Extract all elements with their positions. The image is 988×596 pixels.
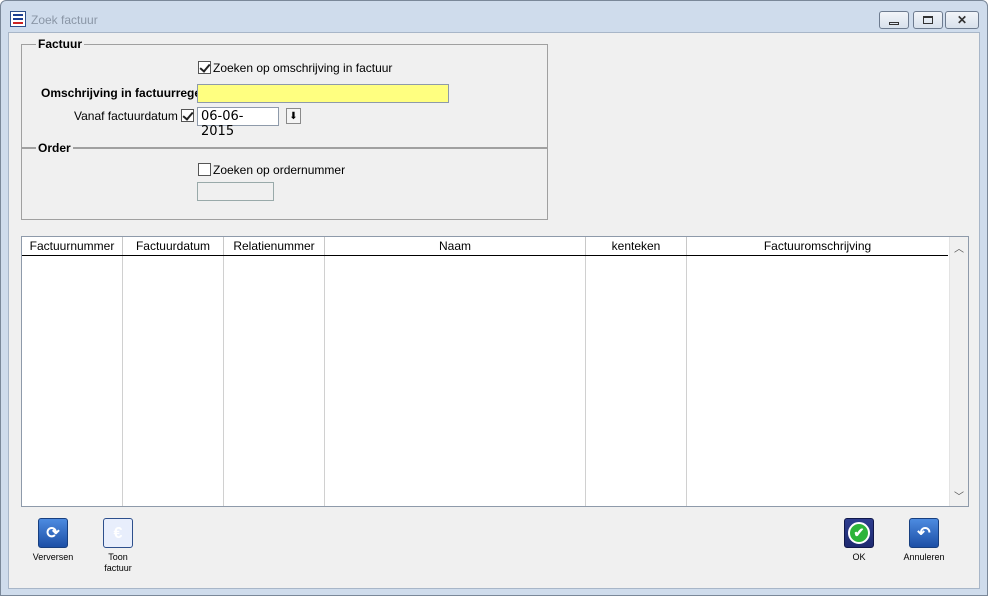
dialog-client: Factuur Zoeken op omschrijving in factuu… bbox=[8, 32, 980, 589]
check-icon: ✔ bbox=[844, 518, 874, 548]
scroll-up-icon[interactable]: ︿ bbox=[954, 240, 964, 255]
title-bar[interactable]: Zoek factuur ✕ bbox=[1, 1, 987, 33]
maximize-button[interactable] bbox=[913, 11, 943, 29]
search-description-label: Zoeken op omschrijving in factuur bbox=[213, 61, 393, 75]
annuleren-label: Annuleren bbox=[903, 552, 945, 562]
date-picker-button[interactable]: ⬇ bbox=[286, 108, 301, 124]
minimize-icon bbox=[889, 21, 899, 25]
column-area bbox=[123, 256, 224, 506]
verversen-label: Verversen bbox=[32, 552, 74, 562]
search-order-label: Zoeken op ordernummer bbox=[213, 163, 346, 177]
factuur-group: Factuur Zoeken op omschrijving in factuu… bbox=[21, 37, 548, 148]
column-area bbox=[325, 256, 586, 506]
vanaf-checkbox[interactable] bbox=[181, 109, 194, 122]
omschrijving-label: Omschrijving in factuurregel bbox=[41, 86, 205, 100]
close-button[interactable]: ✕ bbox=[945, 11, 979, 29]
undo-icon: ↶ bbox=[909, 518, 939, 548]
toon-label: Toon bbox=[108, 552, 128, 562]
omschrijving-input[interactable] bbox=[197, 84, 449, 103]
maximize-icon bbox=[923, 16, 933, 24]
col-kenteken[interactable]: kenteken bbox=[586, 237, 687, 255]
col-naam[interactable]: Naam bbox=[325, 237, 586, 255]
order-group: Order Zoeken op ordernummer bbox=[21, 141, 548, 220]
annuleren-button[interactable]: ↶ Annuleren bbox=[892, 518, 956, 563]
scroll-down-icon[interactable]: ﹀ bbox=[954, 488, 964, 503]
factuur-legend: Factuur bbox=[36, 37, 85, 51]
invoice-icon: € bbox=[103, 518, 133, 548]
vanaf-label: Vanaf factuurdatum bbox=[74, 109, 178, 123]
ok-button[interactable]: ✔ OK bbox=[827, 518, 891, 563]
column-area bbox=[22, 256, 123, 506]
order-legend: Order bbox=[36, 141, 73, 155]
factuur-label: factuur bbox=[104, 563, 132, 573]
verversen-button[interactable]: ⟳ Verversen bbox=[21, 518, 85, 563]
refresh-icon: ⟳ bbox=[38, 518, 68, 548]
ordernummer-input[interactable] bbox=[197, 182, 274, 201]
download-arrow-icon: ⬇ bbox=[289, 110, 298, 122]
col-factuurnummer[interactable]: Factuurnummer bbox=[22, 237, 123, 255]
search-order-checkbox[interactable] bbox=[198, 163, 211, 176]
minimize-button[interactable] bbox=[879, 11, 909, 29]
results-table[interactable]: Factuurnummer Factuurdatum Relatienummer… bbox=[21, 236, 969, 507]
vertical-scrollbar[interactable]: ︿ ﹀ bbox=[949, 237, 968, 506]
vanaf-date-field[interactable]: 06-06-2015 bbox=[197, 107, 279, 139]
table-header: Factuurnummer Factuurdatum Relatienummer… bbox=[22, 237, 948, 256]
window-title: Zoek factuur bbox=[31, 13, 98, 27]
dialog-window: Zoek factuur ✕ Factuur Zoeken op omschri… bbox=[0, 0, 988, 596]
column-area bbox=[586, 256, 687, 506]
close-icon: ✕ bbox=[956, 13, 968, 27]
search-description-checkbox[interactable] bbox=[198, 61, 211, 74]
col-relatienummer[interactable]: Relatienummer bbox=[224, 237, 325, 255]
col-factuuromschrijving[interactable]: Factuuromschrijving bbox=[687, 237, 948, 255]
col-factuurdatum[interactable]: Factuurdatum bbox=[123, 237, 224, 255]
column-area bbox=[224, 256, 325, 506]
ok-label: OK bbox=[852, 552, 866, 562]
app-icon bbox=[10, 11, 26, 27]
toon-factuur-button[interactable]: € Toon factuur bbox=[86, 518, 150, 574]
